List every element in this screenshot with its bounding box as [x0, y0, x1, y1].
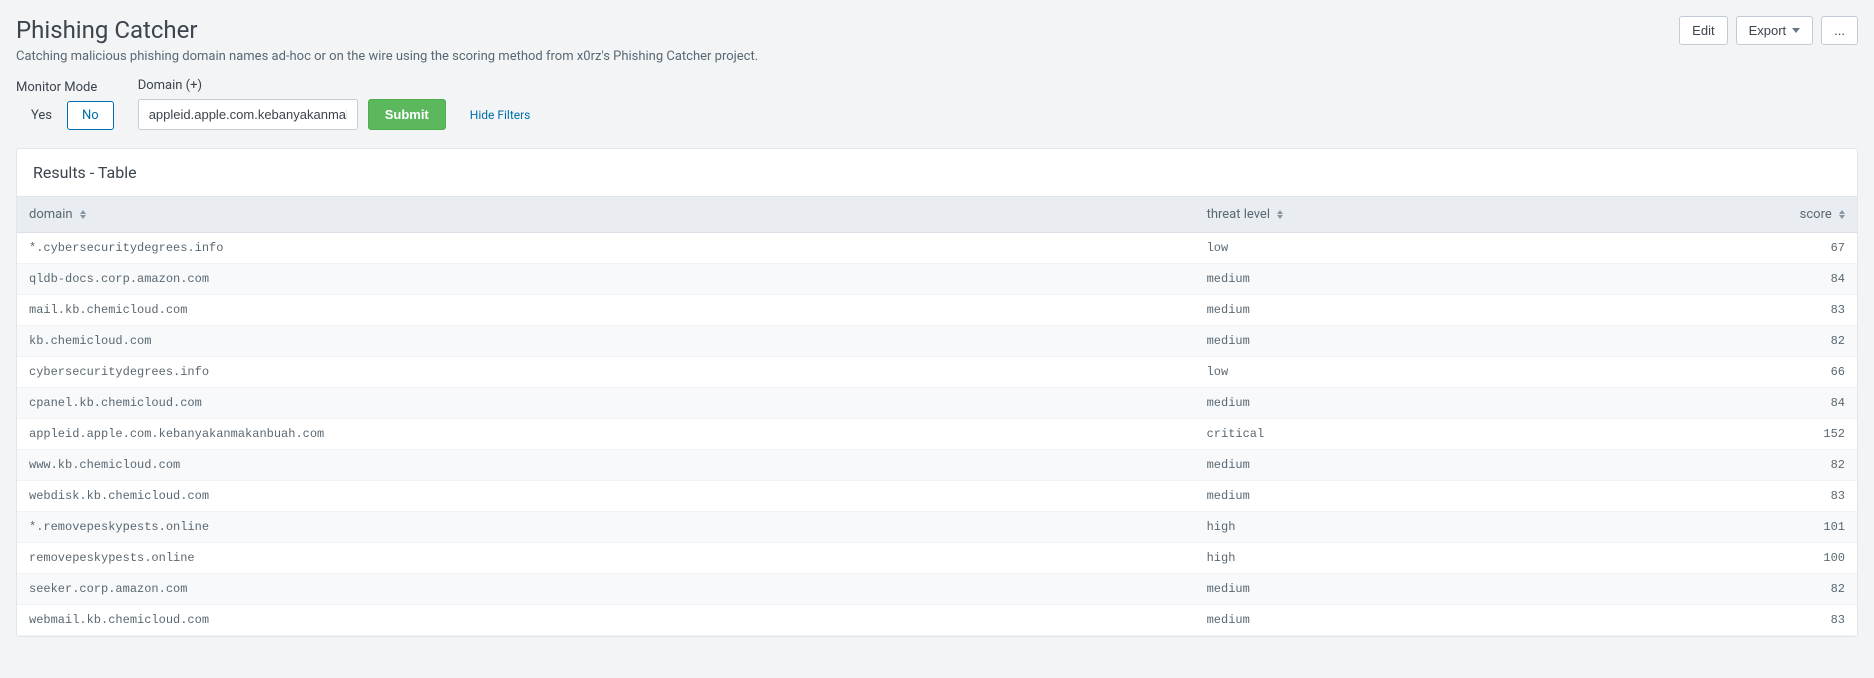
- col-header-domain[interactable]: domain: [17, 197, 1195, 233]
- results-table: domain threat level score *.cybersecurit…: [17, 197, 1857, 636]
- cell-domain: removepeskypests.online: [17, 543, 1195, 574]
- cell-score: 84: [1599, 388, 1857, 419]
- table-row: cpanel.kb.chemicloud.commedium84: [17, 388, 1857, 419]
- table-row: www.kb.chemicloud.commedium82: [17, 450, 1857, 481]
- cell-domain: webmail.kb.chemicloud.com: [17, 605, 1195, 636]
- sort-icon: [1839, 210, 1845, 219]
- cell-score: 83: [1599, 605, 1857, 636]
- cell-domain: mail.kb.chemicloud.com: [17, 295, 1195, 326]
- table-row: cybersecuritydegrees.infolow66: [17, 357, 1857, 388]
- col-header-score-label: score: [1800, 207, 1832, 222]
- monitor-mode-toggle: Yes No: [16, 101, 114, 130]
- col-header-threat-label: threat level: [1207, 207, 1270, 222]
- cell-threat: high: [1195, 512, 1600, 543]
- cell-score: 82: [1599, 574, 1857, 605]
- monitor-mode-yes[interactable]: Yes: [16, 101, 67, 130]
- domain-input[interactable]: [138, 99, 358, 130]
- col-header-score[interactable]: score: [1599, 197, 1857, 233]
- results-panel-title: Results - Table: [17, 149, 1857, 197]
- cell-domain: *.cybersecuritydegrees.info: [17, 233, 1195, 264]
- submit-button[interactable]: Submit: [368, 99, 446, 130]
- monitor-mode-no[interactable]: No: [67, 101, 114, 130]
- table-row: mail.kb.chemicloud.commedium83: [17, 295, 1857, 326]
- sort-icon: [80, 210, 86, 219]
- cell-score: 100: [1599, 543, 1857, 574]
- cell-threat: medium: [1195, 481, 1600, 512]
- cell-threat: medium: [1195, 450, 1600, 481]
- cell-score: 83: [1599, 481, 1857, 512]
- domain-label: Domain (+): [138, 78, 446, 93]
- cell-domain: www.kb.chemicloud.com: [17, 450, 1195, 481]
- cell-threat: low: [1195, 233, 1600, 264]
- cell-score: 84: [1599, 264, 1857, 295]
- more-button[interactable]: ...: [1821, 16, 1858, 45]
- col-header-threat[interactable]: threat level: [1195, 197, 1600, 233]
- sort-icon: [1277, 210, 1283, 219]
- cell-domain: *.removepeskypests.online: [17, 512, 1195, 543]
- cell-threat: low: [1195, 357, 1600, 388]
- cell-score: 152: [1599, 419, 1857, 450]
- cell-threat: medium: [1195, 605, 1600, 636]
- cell-domain: cpanel.kb.chemicloud.com: [17, 388, 1195, 419]
- edit-button[interactable]: Edit: [1679, 16, 1727, 45]
- table-row: seeker.corp.amazon.commedium82: [17, 574, 1857, 605]
- results-panel: Results - Table domain threat level scor…: [16, 148, 1858, 637]
- cell-threat: medium: [1195, 388, 1600, 419]
- cell-domain: appleid.apple.com.kebanyakanmakanbuah.co…: [17, 419, 1195, 450]
- cell-threat: medium: [1195, 574, 1600, 605]
- table-row: qldb-docs.corp.amazon.commedium84: [17, 264, 1857, 295]
- export-label: Export: [1749, 23, 1787, 38]
- cell-threat: critical: [1195, 419, 1600, 450]
- cell-domain: cybersecuritydegrees.info: [17, 357, 1195, 388]
- cell-score: 66: [1599, 357, 1857, 388]
- cell-score: 83: [1599, 295, 1857, 326]
- cell-domain: kb.chemicloud.com: [17, 326, 1195, 357]
- export-button[interactable]: Export: [1736, 16, 1814, 45]
- cell-threat: medium: [1195, 295, 1600, 326]
- cell-score: 82: [1599, 326, 1857, 357]
- cell-domain: qldb-docs.corp.amazon.com: [17, 264, 1195, 295]
- cell-threat: medium: [1195, 326, 1600, 357]
- header-actions: Edit Export ...: [1679, 16, 1858, 45]
- cell-threat: medium: [1195, 264, 1600, 295]
- table-row: kb.chemicloud.commedium82: [17, 326, 1857, 357]
- caret-down-icon: [1792, 28, 1800, 33]
- table-row: *.cybersecuritydegrees.infolow67: [17, 233, 1857, 264]
- table-row: appleid.apple.com.kebanyakanmakanbuah.co…: [17, 419, 1857, 450]
- cell-domain: seeker.corp.amazon.com: [17, 574, 1195, 605]
- cell-score: 101: [1599, 512, 1857, 543]
- cell-score: 67: [1599, 233, 1857, 264]
- col-header-domain-label: domain: [29, 207, 73, 222]
- monitor-mode-label: Monitor Mode: [16, 80, 114, 95]
- cell-threat: high: [1195, 543, 1600, 574]
- page-title: Phishing Catcher: [16, 16, 198, 44]
- page-subtitle: Catching malicious phishing domain names…: [16, 49, 1858, 64]
- table-row: *.removepeskypests.onlinehigh101: [17, 512, 1857, 543]
- table-row: webdisk.kb.chemicloud.commedium83: [17, 481, 1857, 512]
- table-row: webmail.kb.chemicloud.commedium83: [17, 605, 1857, 636]
- table-row: removepeskypests.onlinehigh100: [17, 543, 1857, 574]
- hide-filters-link[interactable]: Hide Filters: [470, 108, 531, 130]
- cell-domain: webdisk.kb.chemicloud.com: [17, 481, 1195, 512]
- cell-score: 82: [1599, 450, 1857, 481]
